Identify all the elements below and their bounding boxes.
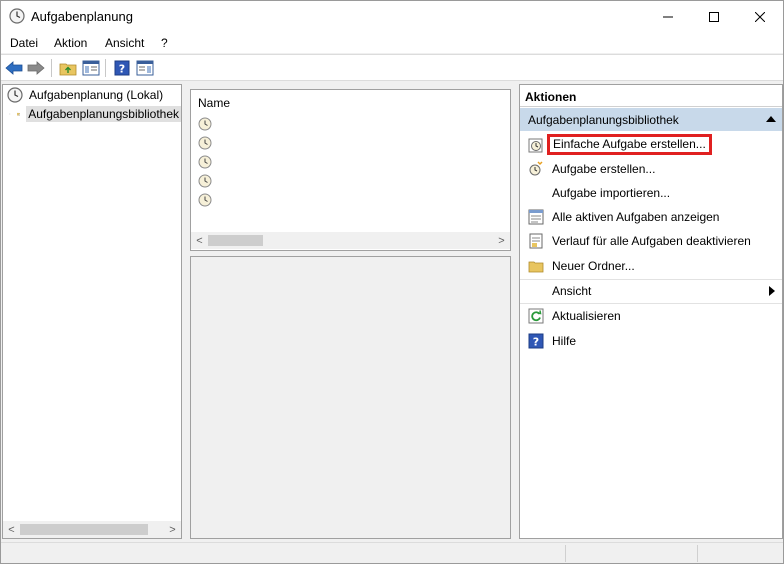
action-refresh[interactable]: Aktualisieren	[520, 304, 782, 328]
maximize-icon	[709, 11, 719, 22]
task-list-pane: Name < >	[190, 89, 511, 251]
task-scheduler-window: Aufgabenplanung Datei Aktion Ansicht ? ?…	[0, 0, 784, 564]
show-hide-tree-icon	[82, 60, 100, 76]
column-header-name[interactable]: Name	[198, 96, 230, 110]
chevron-right-icon[interactable]	[9, 109, 11, 119]
status-segment	[565, 545, 697, 562]
forward-button[interactable]	[26, 58, 46, 78]
toolbar: ?	[1, 54, 783, 81]
show-hide-action-pane-icon	[136, 60, 154, 76]
action-label: Alle aktiven Aufgaben anzeigen	[552, 210, 720, 224]
scrollbar-thumb[interactable]	[20, 524, 148, 535]
horizontal-scrollbar[interactable]: < >	[191, 232, 510, 249]
task-clock-icon[interactable]	[198, 117, 212, 131]
task-clock-icon[interactable]	[198, 193, 212, 207]
scroll-left-icon[interactable]: <	[191, 232, 208, 249]
minimize-button[interactable]	[645, 1, 691, 32]
action-label: Hilfe	[552, 334, 577, 348]
scroll-right-icon[interactable]: >	[164, 521, 181, 538]
action-create-task[interactable]: Aufgabe erstellen...	[520, 157, 782, 181]
toolbar-separator	[51, 59, 52, 77]
back-button[interactable]	[4, 58, 24, 78]
tree-item-label: Aufgabenplanungsbibliothek	[26, 106, 181, 122]
svg-text:?: ?	[533, 336, 539, 349]
menu-help[interactable]: ?	[161, 36, 168, 50]
close-icon	[755, 11, 765, 22]
task-clock-icon[interactable]	[198, 174, 212, 188]
status-segment	[697, 545, 783, 562]
clock-icon	[9, 8, 25, 24]
tree-item-label: Aufgabenplanung (Lokal)	[29, 88, 164, 102]
folder-clock-icon	[16, 112, 20, 116]
action-label: Verlauf für alle Aufgaben deaktivieren	[552, 234, 751, 248]
folder-up-icon	[59, 63, 77, 76]
action-label: Einfache Aufgabe erstellen...	[547, 134, 712, 155]
action-view[interactable]: Ansicht	[520, 279, 782, 303]
close-button[interactable]	[737, 1, 783, 32]
action-label: Aktualisieren	[552, 309, 621, 323]
help-icon: ?	[114, 60, 130, 76]
action-disable-history[interactable]: Verlauf für alle Aufgaben deaktivieren	[520, 229, 782, 253]
task-clock-icon[interactable]	[198, 155, 212, 169]
action-new-folder[interactable]: Neuer Ordner...	[520, 254, 782, 278]
submenu-arrow-icon	[769, 286, 775, 296]
menu-aktion[interactable]: Aktion	[54, 36, 87, 50]
create-task-icon	[529, 161, 543, 176]
help-icon: ?	[528, 333, 544, 349]
menu-bar: Datei Aktion Ansicht ?	[1, 32, 783, 53]
window-title: Aufgabenplanung	[31, 9, 133, 24]
toolbar-separator	[105, 59, 106, 77]
help-button[interactable]: ?	[112, 58, 132, 78]
action-show-active-tasks[interactable]: Alle aktiven Aufgaben anzeigen	[520, 205, 782, 229]
forward-arrow-icon	[27, 61, 45, 75]
up-folder-button[interactable]	[58, 58, 78, 78]
svg-text:?: ?	[119, 63, 125, 76]
action-label: Aufgabe erstellen...	[552, 162, 656, 176]
minimize-icon	[663, 16, 673, 17]
title-bar: Aufgabenplanung	[1, 1, 783, 32]
back-arrow-icon	[5, 61, 23, 75]
new-folder-icon	[528, 261, 544, 273]
console-tree-pane: Aufgabenplanung (Lokal) Aufgabenplanungs…	[2, 84, 182, 539]
clock-icon	[7, 87, 23, 103]
action-label: Neuer Ordner...	[552, 259, 635, 273]
section-header-library[interactable]: Aufgabenplanungsbibliothek	[520, 108, 782, 131]
scroll-right-icon[interactable]: >	[493, 232, 510, 249]
actions-header: Aktionen	[520, 85, 782, 107]
create-basic-task-icon	[528, 138, 543, 153]
actions-pane: Aktionen Aufgabenplanungsbibliothek Einf…	[519, 84, 783, 539]
menu-ansicht[interactable]: Ansicht	[105, 36, 144, 50]
history-icon	[529, 233, 543, 249]
action-create-basic-task[interactable]: Einfache Aufgabe erstellen...	[520, 133, 782, 157]
status-bar	[1, 542, 783, 563]
action-label: Aufgabe importieren...	[552, 186, 671, 200]
refresh-icon	[528, 308, 544, 324]
menu-datei[interactable]: Datei	[10, 36, 38, 50]
action-pane-button[interactable]	[135, 58, 155, 78]
scroll-left-icon[interactable]: <	[3, 521, 20, 538]
task-details-pane	[190, 256, 511, 539]
horizontal-scrollbar[interactable]: < >	[3, 521, 181, 538]
action-import-task[interactable]: Aufgabe importieren...	[520, 181, 782, 205]
pane-splitter[interactable]	[184, 84, 188, 539]
action-label: Ansicht	[552, 284, 592, 298]
scrollbar-thumb[interactable]	[208, 235, 263, 246]
action-help[interactable]: ? Hilfe	[520, 329, 782, 353]
active-tasks-icon	[528, 209, 544, 225]
task-clock-icon[interactable]	[198, 136, 212, 150]
tree-item-root[interactable]: Aufgabenplanung (Lokal)	[7, 86, 163, 104]
tree-item-library[interactable]: Aufgabenplanungsbibliothek	[9, 105, 181, 123]
collapse-triangle-icon[interactable]	[766, 116, 776, 122]
console-tree-button[interactable]	[81, 58, 101, 78]
actions-title: Aktionen	[525, 90, 577, 104]
maximize-button[interactable]	[691, 1, 737, 32]
section-title: Aufgabenplanungsbibliothek	[528, 113, 679, 127]
